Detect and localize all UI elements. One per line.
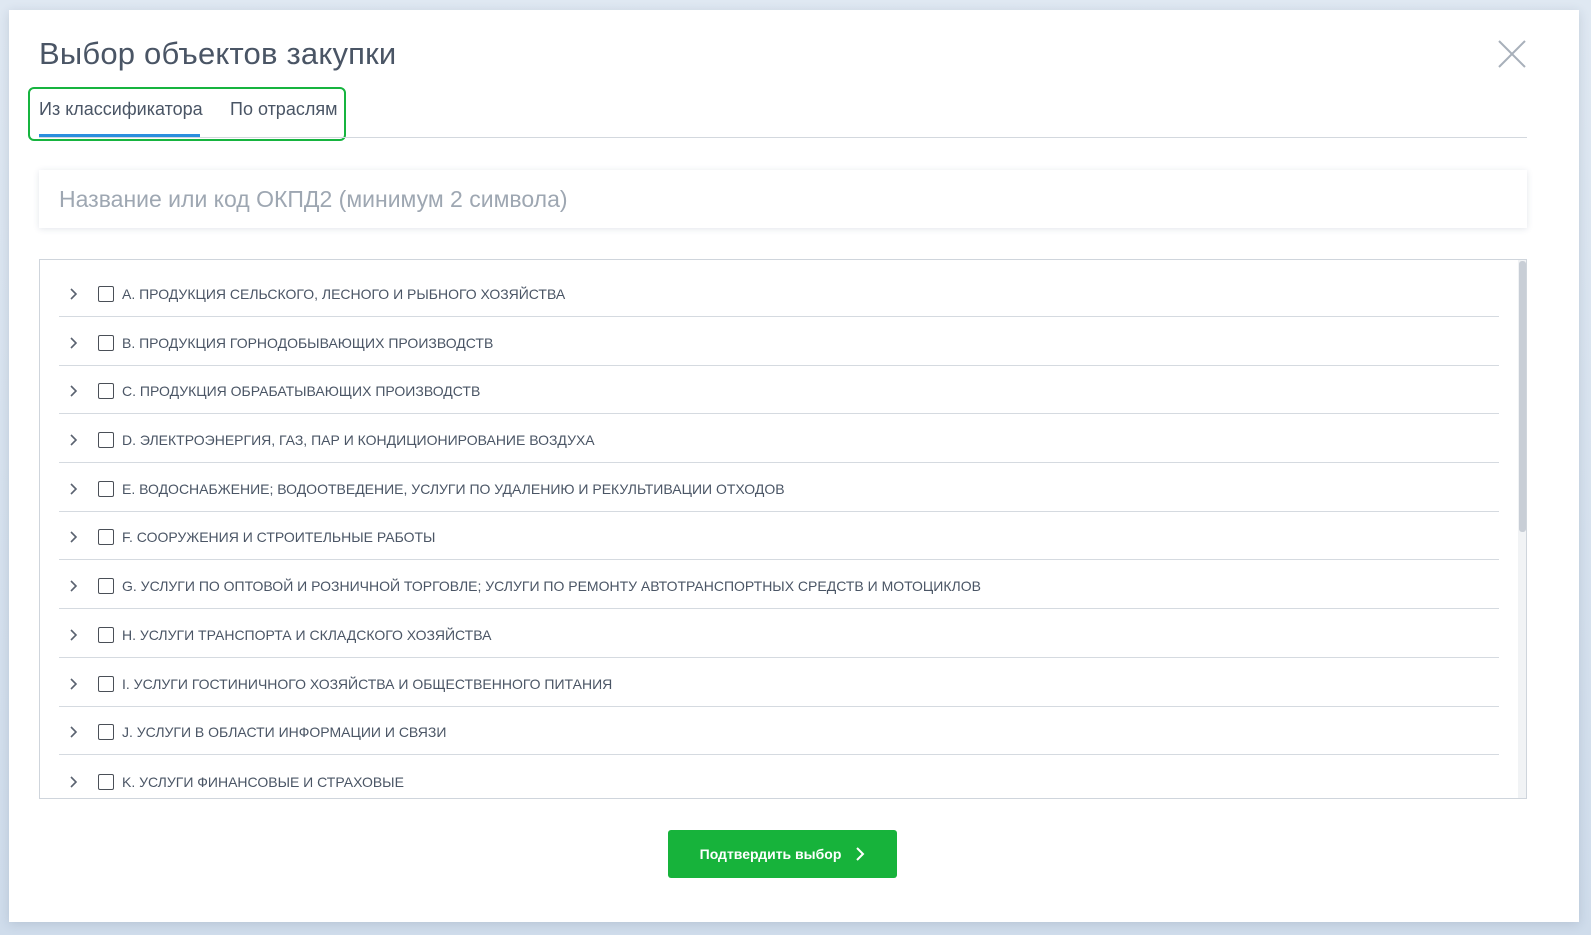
- chevron-right-icon[interactable]: [67, 383, 81, 399]
- chevron-right-icon[interactable]: [67, 481, 81, 497]
- tree-row-label: I. УСЛУГИ ГОСТИНИЧНОГО ХОЗЯЙСТВА И ОБЩЕС…: [122, 675, 613, 692]
- close-icon: [1498, 40, 1526, 68]
- scrollbar-thumb[interactable]: [1519, 261, 1526, 532]
- tree-row-label: H. УСЛУГИ ТРАНСПОРТА И СКЛАДСКОГО ХОЗЯЙС…: [122, 626, 492, 643]
- chevron-right-icon[interactable]: [67, 286, 81, 302]
- tree-row-checkbox[interactable]: [98, 578, 114, 595]
- tree-row[interactable]: G. УСЛУГИ ПО ОПТОВОЙ И РОЗНИЧНОЙ ТОРГОВЛ…: [59, 560, 1499, 610]
- chevron-right-icon: [856, 847, 865, 861]
- confirm-selection-label: Подтвердить выбор: [699, 846, 842, 862]
- tree-row-checkbox[interactable]: [98, 432, 114, 449]
- tree-row-label: C. ПРОДУКЦИЯ ОБРАБАТЫВАЮЩИХ ПРОИЗВОДСТВ: [122, 383, 481, 400]
- classifier-tree-list: A. ПРОДУКЦИЯ СЕЛЬСКОГО, ЛЕСНОГО И РЫБНОГ…: [59, 260, 1499, 798]
- tree-row-checkbox[interactable]: [98, 383, 114, 400]
- chevron-right-icon[interactable]: [67, 578, 81, 594]
- tree-row-label: F. СООРУЖЕНИЯ И СТРОИТЕЛЬНЫЕ РАБОТЫ: [122, 529, 436, 546]
- tree-row[interactable]: K. УСЛУГИ ФИНАНСОВЫЕ И СТРАХОВЫЕ: [59, 755, 1499, 798]
- tree-row[interactable]: A. ПРОДУКЦИЯ СЕЛЬСКОГО, ЛЕСНОГО И РЫБНОГ…: [59, 260, 1499, 317]
- chevron-right-icon[interactable]: [67, 529, 81, 545]
- tree-row-label: G. УСЛУГИ ПО ОПТОВОЙ И РОЗНИЧНОЙ ТОРГОВЛ…: [122, 578, 981, 595]
- tree-row-label: A. ПРОДУКЦИЯ СЕЛЬСКОГО, ЛЕСНОГО И РЫБНОГ…: [122, 286, 566, 302]
- classifier-tree-panel: A. ПРОДУКЦИЯ СЕЛЬСКОГО, ЛЕСНОГО И РЫБНОГ…: [39, 259, 1527, 799]
- chevron-right-icon[interactable]: [67, 335, 81, 351]
- tab-classifier[interactable]: Из классификатора: [39, 99, 203, 120]
- chevron-right-icon[interactable]: [67, 724, 81, 740]
- tree-row-checkbox[interactable]: [98, 334, 114, 351]
- chevron-right-icon[interactable]: [67, 774, 81, 790]
- tree-row-checkbox[interactable]: [98, 724, 114, 741]
- tree-row-checkbox[interactable]: [98, 480, 114, 497]
- tree-row-label: E. ВОДОСНАБЖЕНИЕ; ВОДООТВЕДЕНИЕ, УСЛУГИ …: [122, 480, 785, 497]
- modal-title: Выбор объектов закупки: [39, 36, 397, 71]
- chevron-right-icon[interactable]: [67, 627, 81, 643]
- tree-row[interactable]: B. ПРОДУКЦИЯ ГОРНОДОБЫВАЮЩИХ ПРОИЗВОДСТВ: [59, 317, 1499, 366]
- tree-row[interactable]: D. ЭЛЕКТРОЭНЕРГИЯ, ГАЗ, ПАР И КОНДИЦИОНИ…: [59, 414, 1499, 464]
- chevron-right-icon[interactable]: [67, 432, 81, 448]
- chevron-right-icon[interactable]: [67, 676, 81, 692]
- tree-row-label: K. УСЛУГИ ФИНАНСОВЫЕ И СТРАХОВЫЕ: [122, 773, 404, 790]
- tab-industries[interactable]: По отраслям: [230, 99, 337, 120]
- tree-row-checkbox[interactable]: [98, 529, 114, 546]
- tabs-divider: [39, 137, 1527, 138]
- close-button[interactable]: [1495, 37, 1529, 71]
- tree-row-checkbox[interactable]: [98, 773, 114, 790]
- tree-row[interactable]: C. ПРОДУКЦИЯ ОБРАБАТЫВАЮЩИХ ПРОИЗВОДСТВ: [59, 366, 1499, 415]
- tree-row[interactable]: F. СООРУЖЕНИЯ И СТРОИТЕЛЬНЫЕ РАБОТЫ: [59, 512, 1499, 561]
- tree-row[interactable]: I. УСЛУГИ ГОСТИНИЧНОГО ХОЗЯЙСТВА И ОБЩЕС…: [59, 658, 1499, 707]
- selection-modal: Выбор объектов закупки Из классификатора…: [9, 10, 1579, 922]
- tree-row-checkbox[interactable]: [98, 286, 114, 302]
- tree-row-checkbox[interactable]: [98, 675, 114, 692]
- tree-row[interactable]: E. ВОДОСНАБЖЕНИЕ; ВОДООТВЕДЕНИЕ, УСЛУГИ …: [59, 463, 1499, 512]
- tree-row-label: J. УСЛУГИ В ОБЛАСТИ ИНФОРМАЦИИ И СВЯЗИ: [122, 724, 447, 741]
- tree-row[interactable]: J. УСЛУГИ В ОБЛАСТИ ИНФОРМАЦИИ И СВЯЗИ: [59, 707, 1499, 756]
- search-input[interactable]: [39, 170, 1527, 228]
- tree-row-checkbox[interactable]: [98, 626, 114, 643]
- tree-row-label: B. ПРОДУКЦИЯ ГОРНОДОБЫВАЮЩИХ ПРОИЗВОДСТВ: [122, 334, 494, 351]
- confirm-selection-button[interactable]: Подтвердить выбор: [668, 830, 897, 878]
- tree-row-label: D. ЭЛЕКТРОЭНЕРГИЯ, ГАЗ, ПАР И КОНДИЦИОНИ…: [122, 432, 595, 449]
- tree-row[interactable]: H. УСЛУГИ ТРАНСПОРТА И СКЛАДСКОГО ХОЗЯЙС…: [59, 609, 1499, 658]
